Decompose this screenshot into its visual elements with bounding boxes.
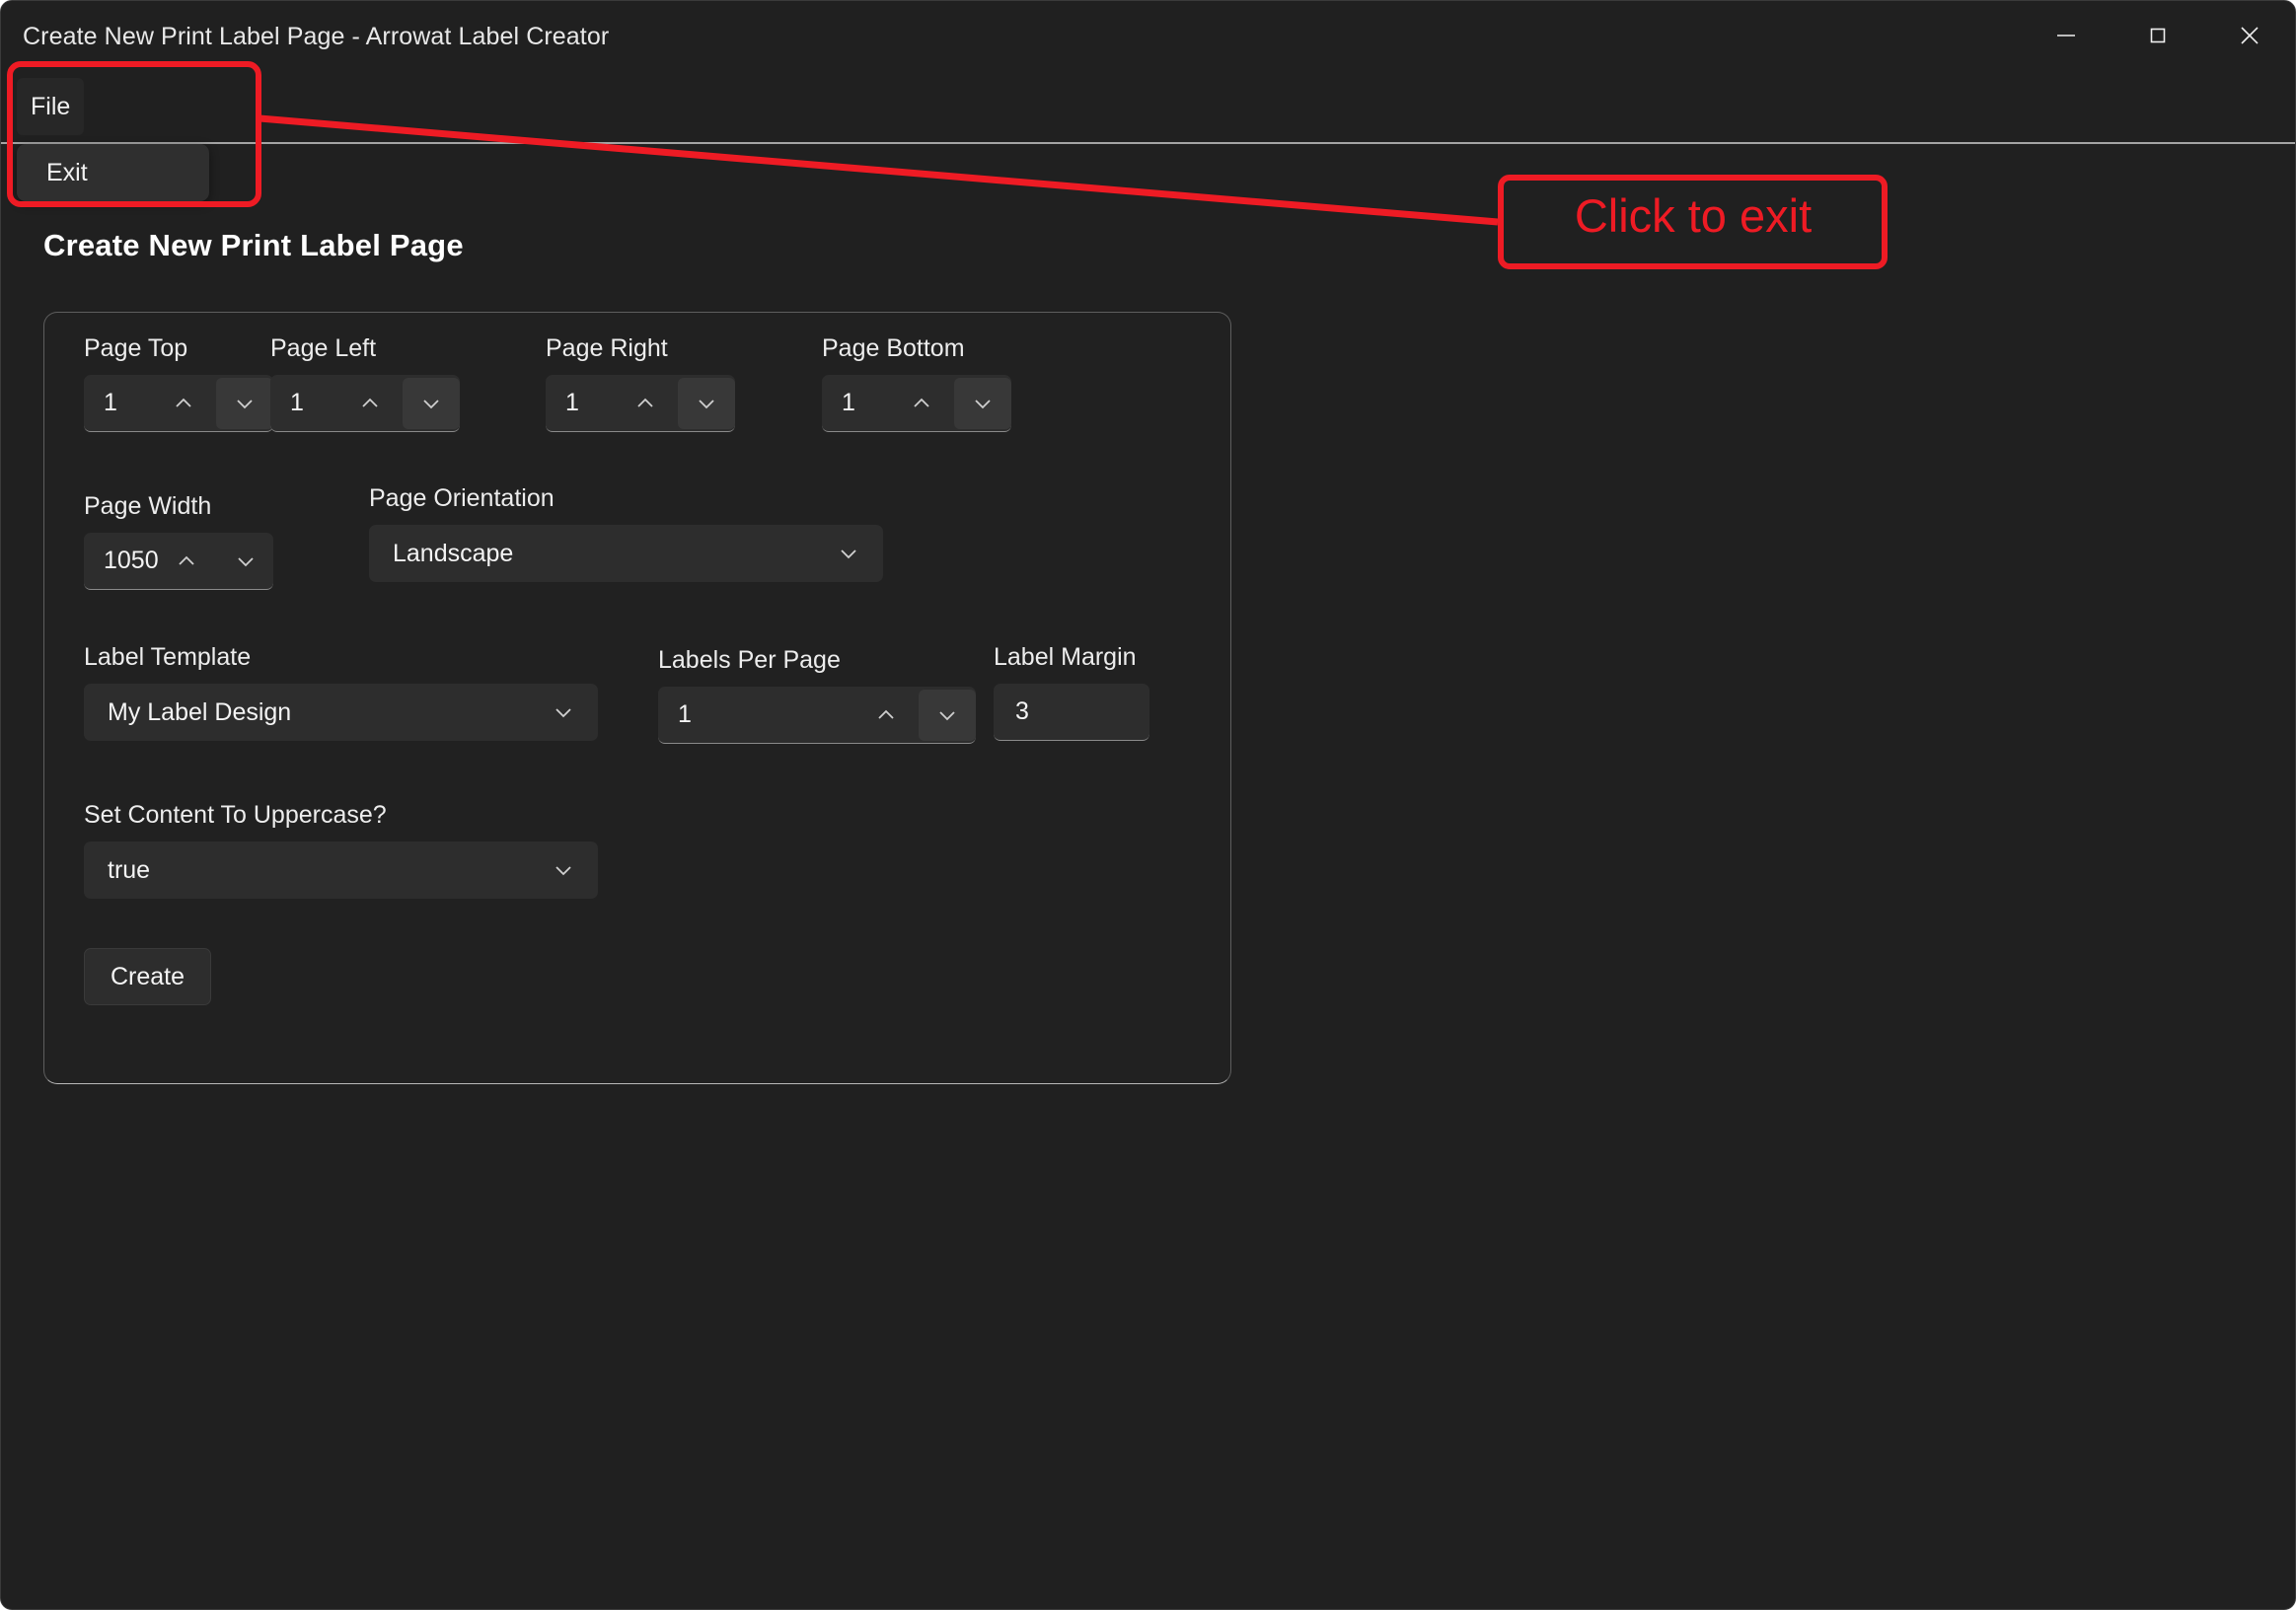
form-card: Page Top 1 Page Left 1 Page Right 1 Page… — [43, 312, 1231, 1084]
annotation-callout-label: Click to exit — [1574, 189, 1813, 242]
menu-bar: File — [1, 70, 2295, 143]
create-button[interactable]: Create — [84, 948, 212, 1005]
page-bottom-spinner[interactable]: 1 — [822, 375, 1011, 432]
chevron-down-icon — [233, 549, 259, 574]
chevron-up-icon — [357, 391, 383, 416]
minimize-icon — [2055, 25, 2077, 46]
page-left-decrement-button[interactable] — [403, 377, 460, 429]
label-template-combobox[interactable]: My Label Design — [84, 684, 598, 741]
field-page-bottom: Page Bottom 1 — [822, 334, 1011, 432]
field-page-top: Page Top 1 — [84, 334, 273, 432]
chevron-up-icon — [909, 391, 934, 416]
label-margin-value: 3 — [1015, 697, 1029, 725]
field-page-width: Page Width 1050 — [84, 492, 273, 590]
field-label-set-content-uppercase: Set Content To Uppercase? — [84, 801, 387, 829]
page-width-increment-button[interactable] — [159, 536, 214, 587]
field-page-orientation: Page Orientation Landscape — [369, 484, 883, 582]
set-content-uppercase-value: true — [108, 855, 151, 884]
field-label-labels-per-page: Labels Per Page — [658, 646, 841, 674]
field-page-right: Page Right 1 — [546, 334, 735, 432]
chevron-down-icon — [232, 391, 258, 416]
page-width-value: 1050 — [104, 547, 159, 574]
labels-per-page-decrement-button[interactable] — [919, 689, 976, 741]
menu-item-file[interactable]: File — [17, 78, 84, 135]
chevron-down-icon — [418, 391, 444, 416]
field-label-label-margin: Label Margin — [994, 643, 1137, 671]
page-top-value: 1 — [104, 389, 117, 416]
page-bottom-value: 1 — [842, 389, 855, 416]
field-page-left: Page Left 1 — [270, 334, 460, 432]
page-left-increment-button[interactable] — [341, 378, 399, 429]
page-left-value: 1 — [290, 389, 304, 416]
field-label-page-top: Page Top — [84, 334, 188, 362]
field-label-label-template: Label Template — [84, 643, 252, 671]
chevron-down-icon — [551, 699, 576, 725]
caption-button-group — [2020, 1, 2295, 70]
page-right-value: 1 — [565, 389, 579, 416]
labels-per-page-increment-button[interactable] — [857, 690, 915, 741]
minimize-button[interactable] — [2020, 1, 2111, 70]
field-label-page-width: Page Width — [84, 492, 212, 520]
field-labels-per-page: Labels Per Page 1 — [658, 646, 976, 744]
page-bottom-decrement-button[interactable] — [954, 377, 1011, 429]
page-top-decrement-button[interactable] — [216, 377, 273, 429]
field-label-page-right: Page Right — [546, 334, 668, 362]
set-content-uppercase-combobox[interactable]: true — [84, 842, 598, 899]
field-set-content-uppercase: Set Content To Uppercase? true — [84, 801, 598, 899]
maximize-icon — [2147, 25, 2169, 46]
chevron-up-icon — [171, 391, 196, 416]
chevron-down-icon — [934, 702, 960, 728]
page-top-increment-button[interactable] — [155, 378, 212, 429]
chevron-down-icon — [694, 391, 719, 416]
menubar-separator — [1, 142, 2295, 144]
page-right-increment-button[interactable] — [617, 378, 674, 429]
page-left-spinner[interactable]: 1 — [270, 375, 460, 432]
title-bar: Create New Print Label Page - Arrowat La… — [1, 1, 2295, 70]
chevron-up-icon — [632, 391, 658, 416]
maximize-button[interactable] — [2111, 1, 2203, 70]
window-title: Create New Print Label Page - Arrowat La… — [23, 23, 610, 50]
annotation-callout-box — [1498, 175, 1888, 269]
page-orientation-value: Landscape — [393, 539, 514, 567]
field-label-page-bottom: Page Bottom — [822, 334, 965, 362]
chevron-up-icon — [873, 702, 899, 728]
chevron-down-icon — [551, 857, 576, 883]
label-template-value: My Label Design — [108, 697, 292, 726]
close-button[interactable] — [2203, 1, 2295, 70]
page-width-spinner[interactable]: 1050 — [84, 533, 273, 590]
field-label-margin: Label Margin 3 — [994, 643, 1149, 741]
page-bottom-increment-button[interactable] — [893, 378, 950, 429]
field-label-page-left: Page Left — [270, 334, 377, 362]
field-label-page-orientation: Page Orientation — [369, 484, 555, 512]
chevron-up-icon — [174, 549, 199, 574]
chevron-down-icon — [836, 541, 861, 566]
close-icon — [2238, 24, 2261, 47]
labels-per-page-spinner[interactable]: 1 — [658, 687, 976, 744]
field-label-template: Label Template My Label Design — [84, 643, 598, 741]
page-width-decrement-button[interactable] — [218, 536, 273, 587]
labels-per-page-value: 1 — [678, 700, 692, 728]
page-right-spinner[interactable]: 1 — [546, 375, 735, 432]
chevron-down-icon — [970, 391, 996, 416]
label-margin-input[interactable]: 3 — [994, 684, 1149, 741]
page-right-decrement-button[interactable] — [678, 377, 735, 429]
application-window: Create New Print Label Page - Arrowat La… — [0, 0, 2296, 1610]
page-title: Create New Print Label Page — [43, 228, 464, 262]
page-top-spinner[interactable]: 1 — [84, 375, 273, 432]
page-orientation-combobox[interactable]: Landscape — [369, 525, 883, 582]
menu-item-exit[interactable]: Exit — [17, 144, 209, 201]
